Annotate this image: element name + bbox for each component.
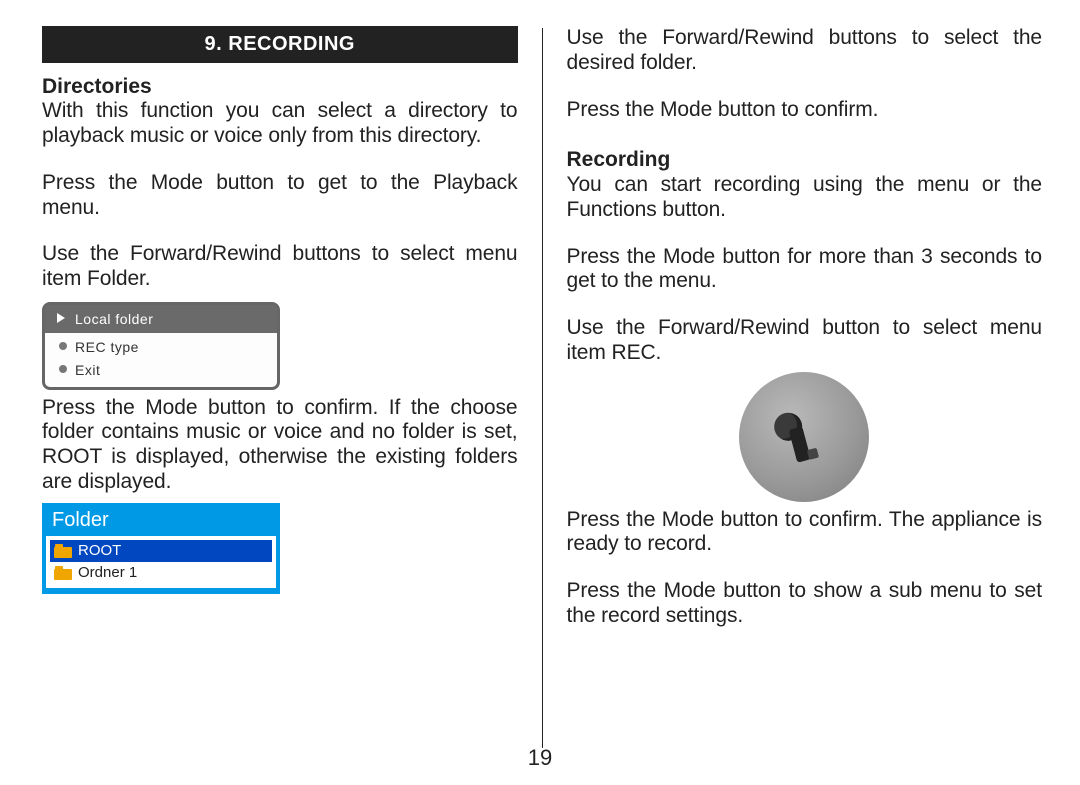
menu-item: Exit bbox=[45, 356, 277, 379]
folder-row: Ordner 1 bbox=[50, 562, 272, 584]
microphone-icon bbox=[739, 372, 869, 502]
left-column: 9. RECORDING Directories With this funct… bbox=[42, 26, 542, 735]
menu-title: Folder bbox=[46, 507, 276, 537]
menu-screenshot-grey: Local folder REC type Exit bbox=[42, 302, 280, 390]
body-text: Use the Forward/Rewind buttons to select… bbox=[567, 26, 1043, 76]
menu-item: REC type bbox=[45, 333, 277, 356]
body-text: Press the Mode button to show a sub menu… bbox=[567, 579, 1043, 629]
menu-item-selected: Local folder bbox=[45, 305, 277, 334]
body-text: Use the Forward/Rewind buttons to select… bbox=[42, 242, 518, 292]
heading-directories: Directories bbox=[42, 75, 518, 100]
folder-icon bbox=[54, 544, 72, 558]
menu-screenshot-folder: Folder ROOT Ordner 1 bbox=[42, 503, 280, 594]
body-text: You can start recording using the menu o… bbox=[567, 173, 1043, 223]
heading-recording: Recording bbox=[567, 148, 1043, 173]
body-text: Press the Mode button to confirm. If the… bbox=[42, 396, 518, 495]
body-text: With this function you can select a dire… bbox=[42, 99, 518, 149]
body-text: Press the Mode button for more than 3 se… bbox=[567, 245, 1043, 295]
microphone-shape bbox=[764, 397, 844, 477]
page-columns: 9. RECORDING Directories With this funct… bbox=[0, 0, 1080, 735]
page-number: 19 bbox=[0, 745, 1080, 771]
body-text: Use the Forward/Rewind button to select … bbox=[567, 316, 1043, 366]
folder-label: Ordner 1 bbox=[78, 564, 137, 582]
body-text: Press the Mode button to get to the Play… bbox=[42, 171, 518, 221]
body-text: Press the Mode button to confirm. The ap… bbox=[567, 508, 1043, 558]
body-text: Press the Mode button to confirm. bbox=[567, 98, 1043, 123]
folder-label: ROOT bbox=[78, 542, 121, 560]
folder-row-selected: ROOT bbox=[50, 540, 272, 562]
chapter-banner: 9. RECORDING bbox=[42, 26, 518, 63]
right-column: Use the Forward/Rewind buttons to select… bbox=[543, 26, 1043, 735]
menu-inner: ROOT Ordner 1 bbox=[46, 536, 276, 587]
folder-icon bbox=[54, 566, 72, 580]
